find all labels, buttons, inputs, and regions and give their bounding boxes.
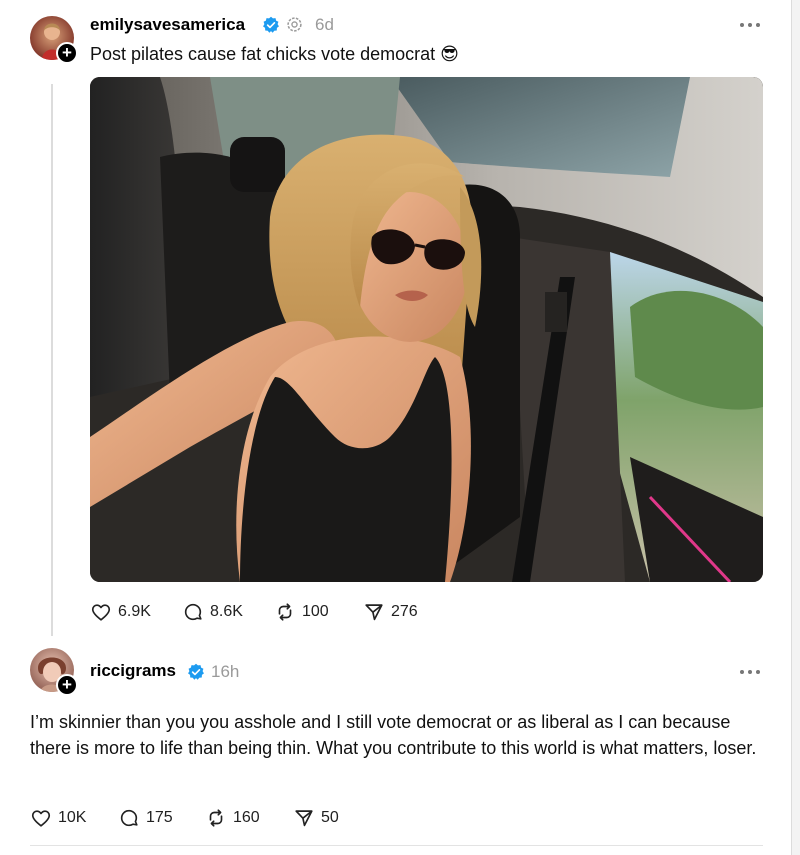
comment-icon bbox=[184, 603, 202, 621]
post-username[interactable]: emilysavesamerica bbox=[90, 15, 245, 35]
more-options-icon[interactable] bbox=[740, 22, 762, 28]
repost-button[interactable]: 160 bbox=[205, 806, 260, 830]
post-photo-illustration bbox=[90, 77, 763, 582]
like-count: 6.9K bbox=[118, 603, 151, 620]
repost-count: 100 bbox=[302, 603, 329, 620]
comment-icon bbox=[120, 809, 138, 827]
repost-icon bbox=[278, 603, 292, 621]
verified-badge-icon bbox=[263, 16, 279, 33]
share-count: 276 bbox=[391, 603, 418, 620]
reply-text: I’m skinnier than you you asshole and I … bbox=[30, 712, 757, 758]
repost-icon bbox=[209, 809, 223, 827]
follow-plus-icon[interactable]: + bbox=[56, 42, 78, 64]
share-count: 50 bbox=[321, 809, 339, 826]
heart-icon bbox=[31, 810, 51, 827]
reply-button[interactable]: 8.6K bbox=[182, 600, 243, 624]
repost-button[interactable]: 100 bbox=[274, 600, 329, 624]
more-options-icon[interactable] bbox=[740, 669, 762, 675]
post-text: Post pilates cause fat chicks vote democ… bbox=[90, 44, 459, 64]
share-button[interactable]: 50 bbox=[293, 806, 339, 830]
like-button[interactable]: 10K bbox=[30, 806, 86, 830]
share-button[interactable]: 276 bbox=[363, 600, 418, 624]
reply-count: 8.6K bbox=[210, 603, 243, 620]
share-icon bbox=[295, 810, 313, 827]
verified-badge-icon bbox=[188, 663, 204, 680]
reply-username[interactable]: riccigrams bbox=[90, 661, 176, 681]
share-icon bbox=[365, 604, 383, 621]
reply-timestamp[interactable]: 16h bbox=[211, 662, 239, 682]
heart-icon bbox=[91, 604, 111, 621]
reply-button[interactable]: 175 bbox=[118, 806, 173, 830]
like-count: 10K bbox=[58, 809, 87, 826]
thread-connector-line bbox=[51, 84, 53, 636]
repost-count: 160 bbox=[233, 809, 260, 826]
bottom-divider bbox=[30, 845, 763, 846]
reply-count: 175 bbox=[146, 809, 173, 826]
like-button[interactable]: 6.9K bbox=[90, 600, 151, 624]
post-timestamp[interactable]: 6d bbox=[315, 15, 334, 35]
follow-plus-icon[interactable]: + bbox=[56, 674, 78, 696]
post-image[interactable] bbox=[90, 77, 763, 582]
threads-logo-icon bbox=[287, 17, 302, 32]
